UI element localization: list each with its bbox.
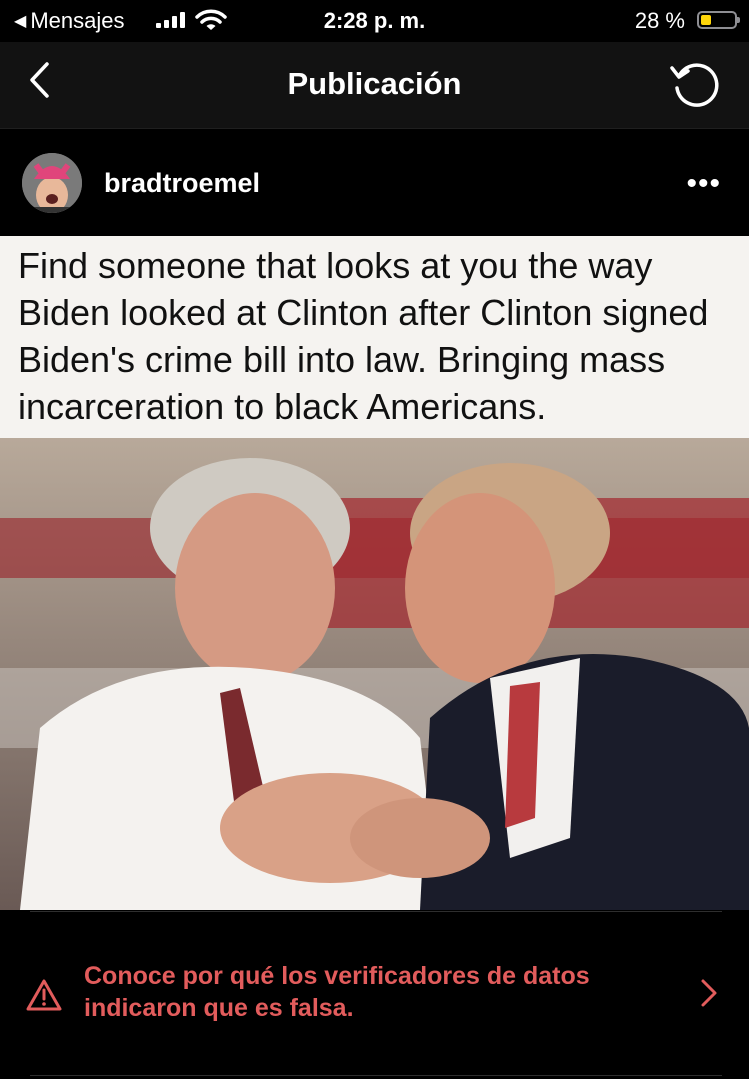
photo: [0, 438, 749, 910]
username[interactable]: bradtroemel: [104, 168, 260, 199]
status-bar: ◀ Mensajes 2:28 p. m. 28 %: [0, 0, 749, 42]
fact-check-notice[interactable]: Conoce por qué los verificadores de dato…: [0, 950, 749, 1040]
warning-icon: [26, 979, 62, 1011]
avatar[interactable]: [22, 153, 82, 213]
image-caption-block: Find someone that looks at you the way B…: [0, 236, 749, 438]
battery-icon: [697, 11, 740, 29]
chevron-right-icon: [701, 979, 717, 1007]
more-options-icon[interactable]: •••: [686, 167, 721, 201]
post-image[interactable]: Find someone that looks at you the way B…: [0, 236, 749, 910]
fact-check-text: Conoce por qué los verificadores de dato…: [84, 962, 590, 1022]
battery-percent: 28 %: [634, 8, 685, 33]
nav-bar: Publicación: [0, 42, 749, 128]
divider: [30, 911, 722, 912]
divider: [30, 1075, 722, 1076]
page-title: Publicación: [287, 66, 462, 101]
image-caption-text: Find someone that looks at you the way B…: [18, 245, 709, 427]
post-header: bradtroemel •••: [0, 128, 749, 237]
refresh-icon[interactable]: [667, 56, 723, 112]
